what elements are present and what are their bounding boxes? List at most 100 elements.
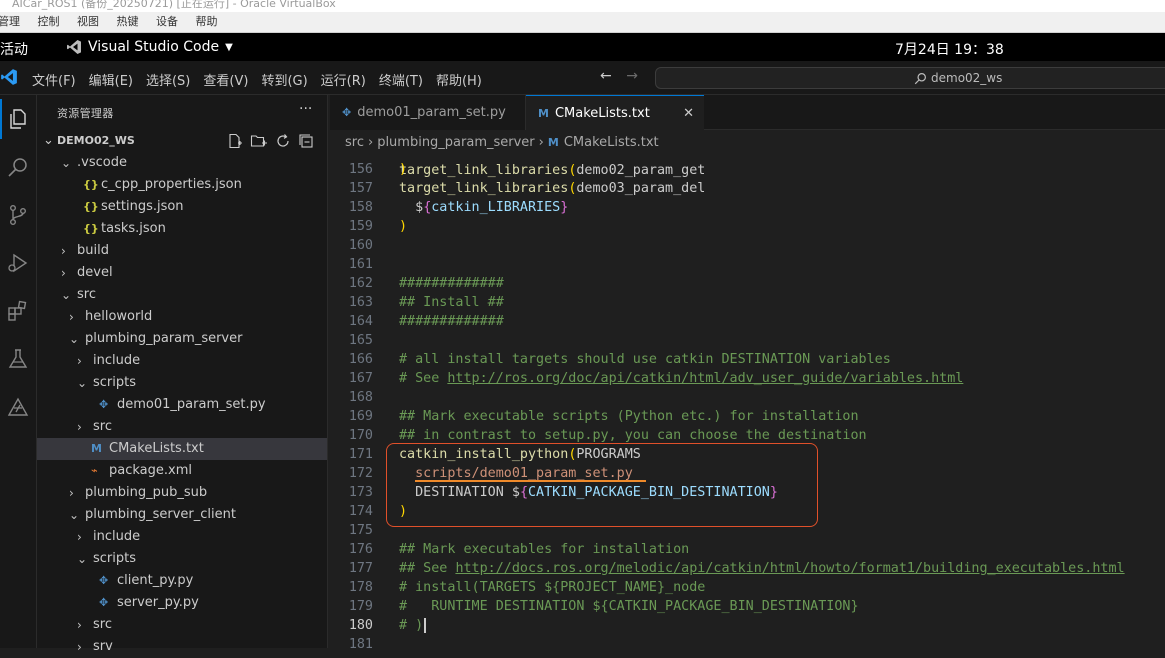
activities-button[interactable]: 活动 [0,39,28,59]
tree-item[interactable]: ⌄ plumbing_param_server [37,328,327,350]
app-menu[interactable]: Visual Studio Code ▼ [66,39,233,55]
line-number: 178 [348,580,373,595]
vbox-menu-item[interactable]: 视图 [77,12,99,32]
menu-go[interactable]: 转到(G) [261,70,307,89]
json-file-icon: {} [83,222,99,235]
refresh-icon[interactable] [275,133,291,149]
tab-demo01-param-set[interactable]: ✥ demo01_param_set.py [330,95,526,130]
tree-item[interactable]: ✥ client_py.py [37,570,327,592]
menu-edit[interactable]: 编辑(E) [89,70,133,89]
tree-item-label: CMakeLists.txt [109,441,204,456]
tree-item[interactable]: ⌄ src [37,284,327,306]
tab-cmakelists[interactable]: M CMakeLists.txt ✕ [526,95,704,130]
tree-item-label: plumbing_param_server [85,331,243,346]
tree-item[interactable]: ⌄ plumbing_server_client [37,504,327,526]
tree-item[interactable]: {} settings.json [37,196,327,218]
cmake-file-icon: M [538,106,549,120]
vscode-logo-icon [1,69,17,85]
tree-item[interactable]: M CMakeLists.txt [37,438,327,460]
code-editor[interactable]: target_link_libraries(demo02_param_get 1… [330,154,1165,648]
chevron-down-icon: ⌄ [61,288,72,302]
tree-item[interactable]: ⌄ scripts [37,372,327,394]
close-icon[interactable]: ✕ [683,106,694,121]
menu-help[interactable]: 帮助(H) [436,70,482,89]
vbox-menu-item[interactable]: 热键 [117,12,139,32]
ros-extension-icon[interactable] [0,387,36,427]
menu-file[interactable]: 文件(F) [32,70,76,89]
tree-item-label: src [93,419,112,434]
chevron-down-icon: ⌄ [69,332,80,346]
workspace-header[interactable]: ⌄ DEMO02_WS [37,130,327,152]
back-arrow-icon[interactable]: ← [600,68,612,84]
tree-item-label: scripts [93,551,136,566]
run-debug-icon[interactable] [0,243,36,283]
tree-item[interactable]: › src [37,416,327,438]
menu-run[interactable]: 运行(R) [321,70,366,89]
breadcrumb-item[interactable]: plumbing_param_server [377,135,534,150]
menu-view[interactable]: 查看(V) [203,70,248,89]
line-number: 167 [348,371,373,386]
vbox-menu-item[interactable]: 帮助 [196,12,218,32]
line-number: 163 [348,295,373,310]
menu-selection[interactable]: 选择(S) [146,70,190,89]
forward-arrow-icon[interactable]: → [626,68,638,84]
search-icon[interactable] [0,147,36,187]
testing-flask-icon[interactable] [0,339,36,379]
gnome-top-bar: 活动 Visual Studio Code ▼ 7月24日 19：38 [0,33,1165,61]
chevron-right-icon: › [77,618,82,632]
code-line: 157 target_link_libraries(demo03_param_de… [330,179,1165,198]
breadcrumb-item[interactable]: src [345,135,364,150]
tree-item-label: srv [93,639,113,654]
text-cursor [424,617,426,633]
vbox-menu-item[interactable]: 控制 [38,12,60,32]
chevron-right-icon: › [61,266,66,280]
tree-item[interactable]: › build [37,240,327,262]
line-number: 172 [348,466,373,481]
code-line: 161 [330,255,1165,274]
code-text: ) [399,162,408,177]
xml-file-icon: ⌁ [91,464,98,477]
line-number: 175 [348,523,373,538]
source-control-icon[interactable] [0,195,36,235]
tree-item[interactable]: ⌄ .vscode [37,152,327,174]
vbox-menu-item[interactable]: 管理 [0,12,20,32]
tree-item[interactable]: › helloworld [37,306,327,328]
tree-item[interactable]: ⌁ package.xml [37,460,327,482]
more-actions-icon[interactable]: ··· [299,101,312,117]
tree-item[interactable]: {} tasks.json [37,218,327,240]
python-file-icon: ✥ [342,106,352,119]
menu-terminal[interactable]: 终端(T) [379,70,423,89]
chevron-right-icon: › [69,310,74,324]
chevron-down-icon: ▼ [225,41,233,53]
tree-item[interactable]: › plumbing_pub_sub [37,482,327,504]
new-folder-icon[interactable] [250,133,268,149]
tree-item[interactable]: ✥ server_py.py [37,592,327,614]
json-file-icon: {} [83,178,99,191]
tree-item[interactable]: ✥ demo01_param_set.py [37,394,327,416]
clock[interactable]: 7月24日 19：38 [895,39,1004,59]
tree-item[interactable]: › include [37,350,327,372]
explorer-icon[interactable] [0,99,36,139]
new-file-icon[interactable] [227,133,243,149]
tree-item[interactable]: {} c_cpp_properties.json [37,174,327,196]
code-line: 164 ############# [330,312,1165,331]
tree-item[interactable]: › devel [37,262,327,284]
tree-item[interactable]: › srv [37,636,327,658]
code-line: 158 ${catkin_LIBRARIES} [330,198,1165,217]
command-center-search[interactable]: demo02_ws [655,67,1165,89]
line-number: 170 [348,428,373,443]
app-name: Visual Studio Code [88,39,220,55]
tree-item[interactable]: ⌄ scripts [37,548,327,570]
tree-item-label: c_cpp_properties.json [101,177,242,192]
vbox-menu-item[interactable]: 设备 [156,12,178,32]
extensions-icon[interactable] [0,291,36,331]
collapse-all-icon[interactable] [298,133,314,149]
chevron-right-icon: › [77,420,82,434]
code-line: 165 [330,331,1165,350]
annotation-highlight-box [386,443,818,527]
code-text: ## See http://docs.ros.org/melodic/api/c… [399,561,1125,576]
tree-item[interactable]: › include [37,526,327,548]
breadcrumb-item[interactable]: CMakeLists.txt [564,135,659,150]
code-text: ## Mark executable scripts (Python etc.)… [399,409,859,424]
tree-item[interactable]: › src [37,614,327,636]
